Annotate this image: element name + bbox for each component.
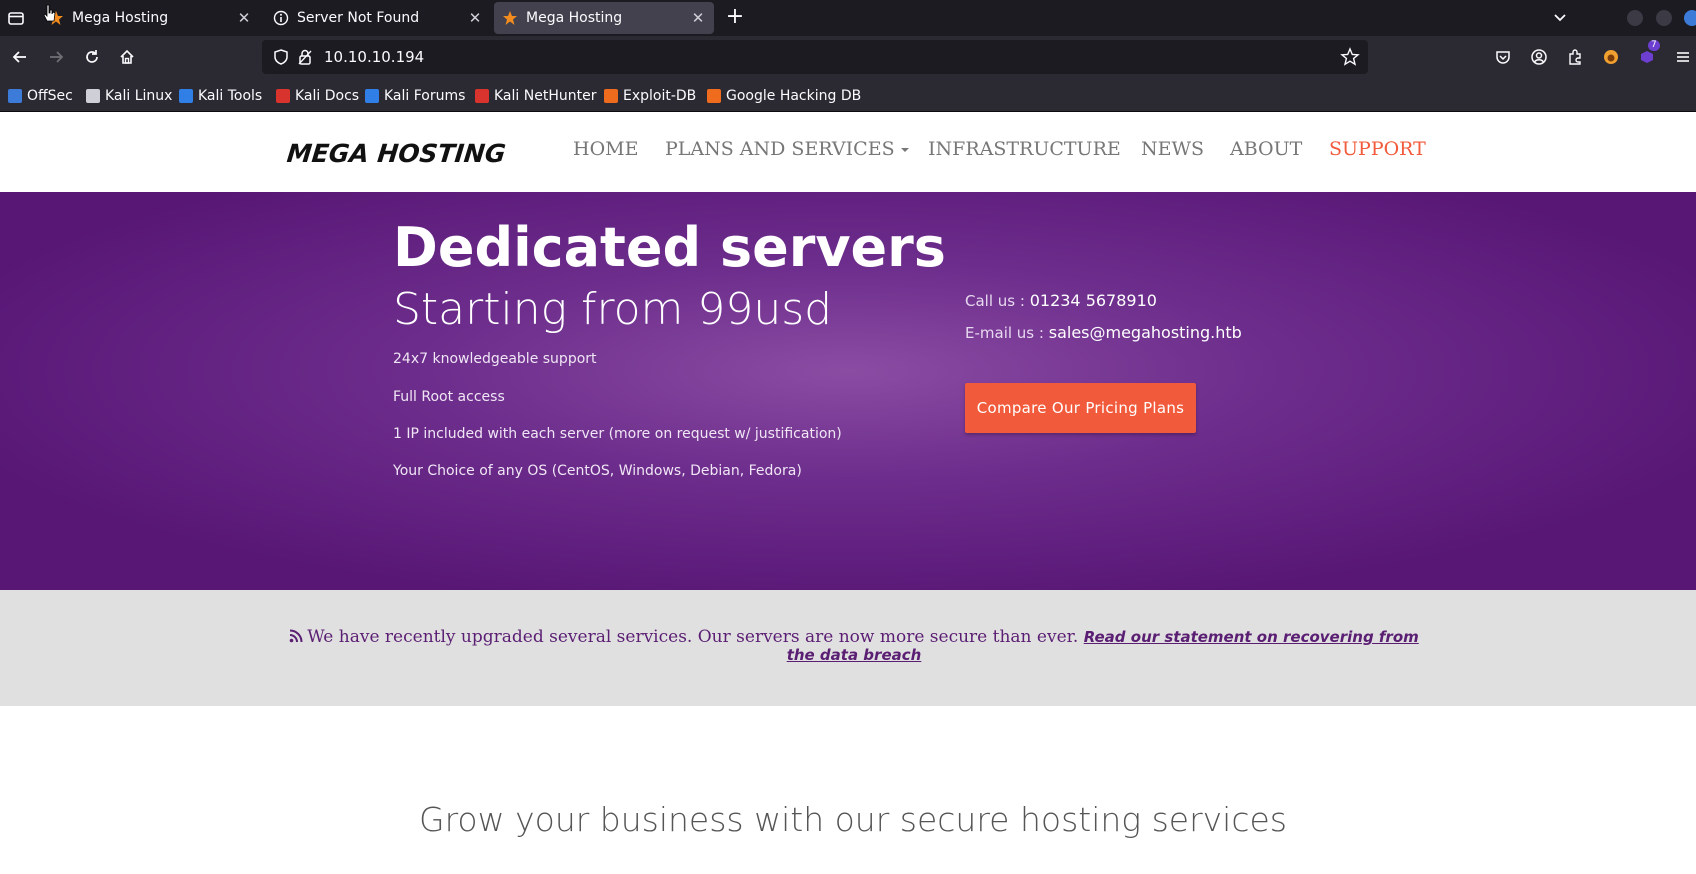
extensions-icon[interactable] <box>1564 46 1586 68</box>
feature-item: Your Choice of any OS (CentOS, Windows, … <box>393 463 802 479</box>
menu-home[interactable]: HOME <box>573 138 638 160</box>
tab-title: Server Not Found <box>297 10 420 26</box>
kali-tools-icon <box>179 89 193 103</box>
kali-nethunter-icon <box>475 89 489 103</box>
menu-plans-and-services[interactable]: PLANS AND SERVICES <box>665 138 909 160</box>
tab-title: Mega Hosting <box>72 10 169 26</box>
foxyproxy-icon[interactable] <box>1600 46 1622 68</box>
extension-badge-icon[interactable]: 7 <box>1636 40 1660 68</box>
pocket-icon[interactable] <box>1492 46 1514 68</box>
tab-list-icon[interactable] <box>6 8 26 28</box>
feature-item: Full Root access <box>393 389 505 405</box>
bookmarks-toolbar: OffSec Kali Linux Kali Tools Kali Docs K… <box>0 78 1696 112</box>
hero-title: Dedicated servers <box>393 216 946 279</box>
hero-banner: Dedicated servers Starting from 99usd 24… <box>0 192 1696 590</box>
contact-email: E-mail us : sales@megahosting.htb <box>965 323 1242 342</box>
lock-icon[interactable] <box>296 48 314 66</box>
site-logo[interactable]: MEGA HOSTING <box>285 139 507 168</box>
kali-linux-icon <box>86 89 100 103</box>
exploit-db-icon <box>604 89 618 103</box>
menu-plans-label: PLANS AND SERVICES <box>665 138 895 160</box>
bookmark-kali-linux[interactable]: Kali Linux <box>86 86 172 106</box>
close-window-button[interactable] <box>1684 10 1696 26</box>
google-hacking-db-icon <box>707 89 721 103</box>
tab-server-not-found[interactable]: Server Not Found ✕ <box>265 2 491 34</box>
minimize-button[interactable] <box>1627 10 1643 26</box>
services-section: Grow your business with our secure hosti… <box>0 706 1696 874</box>
kali-forums-icon <box>365 89 379 103</box>
bookmark-kali-docs[interactable]: Kali Docs <box>276 86 359 106</box>
bookmark-kali-nethunter[interactable]: Kali NetHunter <box>475 86 596 106</box>
new-tab-button[interactable]: + <box>724 6 746 29</box>
menu-infrastructure[interactable]: INFRASTRUCTURE <box>928 138 1121 160</box>
bookmark-offsec[interactable]: OffSec <box>8 86 73 106</box>
call-label: Call us : <box>965 292 1025 310</box>
notice-message: We have recently upgraded several servic… <box>307 627 1079 647</box>
close-tab-icon[interactable]: ✕ <box>234 8 254 28</box>
notice-bar: We have recently upgraded several servic… <box>0 590 1696 706</box>
account-icon[interactable] <box>1528 46 1550 68</box>
bookmark-google-hacking-db[interactable]: Google Hacking DB <box>707 86 861 106</box>
maximize-button[interactable] <box>1656 10 1672 26</box>
bookmark-kali-forums[interactable]: Kali Forums <box>365 86 465 106</box>
kali-docs-icon <box>276 89 290 103</box>
menu-icon[interactable] <box>1672 46 1694 68</box>
menu-news[interactable]: NEWS <box>1141 138 1204 160</box>
tab-bar: Mega Hosting ✕ Server Not Found ✕ Mega H… <box>0 0 1696 36</box>
caret-down-icon <box>900 148 909 152</box>
phone-number[interactable]: 01234 5678910 <box>1030 291 1157 310</box>
url-text[interactable]: 10.10.10.194 <box>324 48 424 66</box>
menu-support[interactable]: SUPPORT <box>1329 138 1426 160</box>
compare-pricing-button[interactable]: Compare Our Pricing Plans <box>965 383 1196 433</box>
close-tab-icon[interactable]: ✕ <box>465 8 485 28</box>
menu-about[interactable]: ABOUT <box>1230 138 1302 160</box>
bookmark-star-icon[interactable] <box>1340 47 1360 67</box>
star-icon <box>502 10 518 26</box>
info-icon <box>273 10 289 26</box>
contact-phone: Call us : 01234 5678910 <box>965 291 1157 310</box>
close-tab-icon[interactable]: ✕ <box>688 8 708 28</box>
home-icon[interactable] <box>116 46 138 68</box>
site-header: MEGA HOSTING HOME PLANS AND SERVICES INF… <box>0 112 1696 192</box>
list-all-tabs-icon[interactable] <box>1550 8 1570 28</box>
tab-mega-hosting-1[interactable]: Mega Hosting ✕ <box>40 2 260 34</box>
reload-icon[interactable] <box>81 46 103 68</box>
feature-item: 1 IP included with each server (more on … <box>393 426 842 442</box>
section-title: Grow your business with our secure hosti… <box>419 800 1287 839</box>
address-bar[interactable]: 10.10.10.194 <box>262 40 1368 74</box>
forward-icon[interactable] <box>45 46 67 68</box>
email-address[interactable]: sales@megahosting.htb <box>1049 323 1242 342</box>
tab-mega-hosting-active[interactable]: Mega Hosting ✕ <box>494 2 714 34</box>
email-label: E-mail us : <box>965 324 1044 342</box>
bookmark-exploit-db[interactable]: Exploit-DB <box>604 86 696 106</box>
navigation-toolbar: 10.10.10.194 7 <box>0 36 1696 78</box>
bookmark-kali-tools[interactable]: Kali Tools <box>179 86 262 106</box>
notice-text: We have recently upgraded several servic… <box>284 628 1424 664</box>
rss-icon <box>289 629 303 643</box>
offsec-icon <box>8 89 22 103</box>
tab-title: Mega Hosting <box>526 10 623 26</box>
feature-item: 24x7 knowledgeable support <box>393 351 597 367</box>
back-icon[interactable] <box>9 46 31 68</box>
mouse-cursor-icon <box>43 4 56 22</box>
shield-icon[interactable] <box>272 48 290 66</box>
extension-badge-count: 7 <box>1648 40 1660 51</box>
hero-subtitle: Starting from 99usd <box>393 284 833 335</box>
